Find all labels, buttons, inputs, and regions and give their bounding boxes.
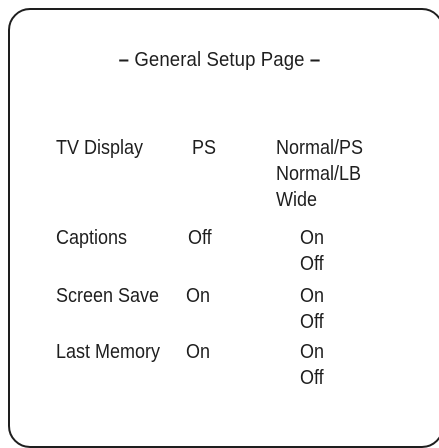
- page-title: – General Setup Page –: [15, 48, 423, 72]
- option-screen-save-off[interactable]: Off: [300, 310, 324, 334]
- setting-value-last-memory: On: [186, 341, 211, 363]
- setting-label-captions[interactable]: Captions: [56, 226, 127, 250]
- option-tv-display-normal-ps[interactable]: Normal/PS: [276, 136, 363, 160]
- setting-value-screen-save: On: [186, 285, 211, 307]
- option-tv-display-wide[interactable]: Wide: [276, 188, 317, 212]
- option-screen-save-on[interactable]: On: [300, 284, 324, 308]
- title-text: General Setup Page: [134, 49, 305, 71]
- setting-label-screen-save[interactable]: Screen Save: [56, 284, 159, 308]
- setting-value-tv-display: PS: [192, 137, 217, 159]
- option-last-memory-on[interactable]: On: [300, 340, 324, 364]
- option-captions-off[interactable]: Off: [300, 252, 324, 276]
- setting-value-captions: Off: [188, 227, 212, 249]
- title-dash-left: –: [118, 49, 130, 71]
- option-captions-on[interactable]: On: [300, 226, 324, 250]
- option-tv-display-normal-lb[interactable]: Normal/LB: [276, 162, 361, 186]
- setting-label-last-memory[interactable]: Last Memory: [56, 340, 160, 364]
- setting-label-tv-display[interactable]: TV Display: [56, 136, 143, 160]
- title-dash-right: –: [309, 49, 321, 71]
- option-last-memory-off[interactable]: Off: [300, 366, 324, 390]
